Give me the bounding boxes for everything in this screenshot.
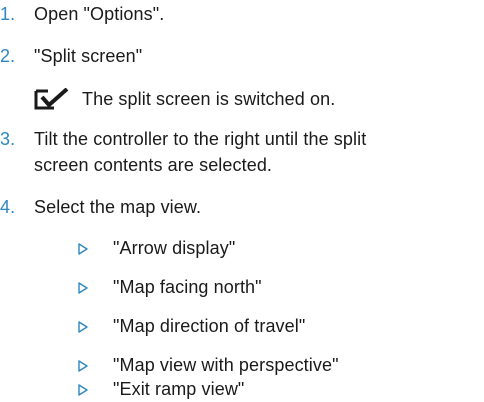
map-view-option: "Map view with perspective": [0, 354, 484, 378]
step-4: 4. Select the map view.: [0, 196, 484, 220]
step-number: 1.: [0, 4, 16, 24]
step-1: 1. Open "Options".: [0, 3, 484, 27]
step-number: 4.: [0, 197, 16, 217]
map-view-option-label: "Map view with perspective": [113, 355, 339, 375]
map-view-option-label: "Map direction of travel": [113, 316, 306, 336]
triangle-bullet-icon: [78, 321, 88, 333]
step-3: 3. Tilt the controller to the right unti…: [0, 128, 484, 178]
step-2: 2. "Split screen": [0, 45, 484, 69]
result-line: The split screen is switched on.: [0, 86, 484, 112]
map-view-option: "Arrow display": [0, 237, 484, 261]
triangle-bullet-icon: [78, 384, 88, 396]
result-text: The split screen is switched on.: [82, 89, 336, 109]
step-text-line-1: Tilt the controller to the right until t…: [34, 129, 367, 149]
triangle-bullet-icon: [78, 282, 88, 294]
triangle-bullet-icon: [78, 360, 88, 372]
triangle-bullet-icon: [78, 243, 88, 255]
step-text-line-2: screen contents are selected.: [34, 155, 273, 175]
map-view-option-label: "Exit ramp view": [113, 379, 245, 399]
step-text: Select the map view.: [34, 197, 202, 217]
map-view-option-label: "Map facing north": [113, 277, 262, 297]
map-view-option-label: "Arrow display": [113, 238, 236, 258]
step-number: 3.: [0, 129, 16, 149]
step-number: 2.: [0, 46, 16, 66]
map-view-option: "Map facing north": [0, 276, 484, 300]
check-result-icon: [34, 88, 69, 110]
step-text: "Split screen": [34, 46, 143, 66]
step-text: Open "Options".: [34, 4, 165, 24]
map-view-option: "Exit ramp view": [0, 378, 484, 402]
map-view-option: "Map direction of travel": [0, 315, 484, 339]
